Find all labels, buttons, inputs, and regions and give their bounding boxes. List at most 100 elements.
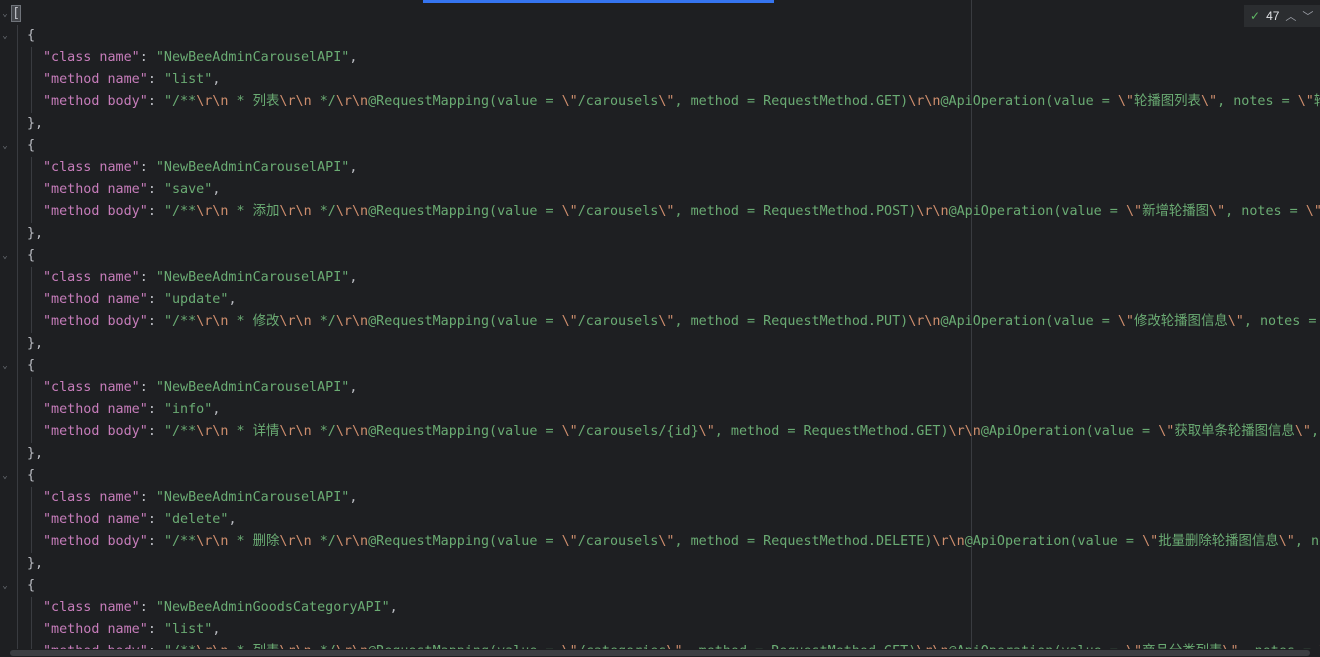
code-line[interactable]: {	[27, 575, 35, 597]
colon: :	[139, 600, 156, 615]
code-line[interactable]: {	[27, 25, 35, 47]
json-string-value: "delete"	[163, 512, 229, 527]
code-line[interactable]: "method name": "update",	[43, 289, 237, 311]
colon: :	[147, 292, 164, 307]
escape-sequence: \r\n	[279, 534, 312, 549]
escape-sequence: \"	[1209, 204, 1226, 219]
comma: ,	[349, 380, 358, 395]
code-line[interactable]: "class name": "NewBeeAdminCarouselAPI",	[43, 47, 357, 69]
code-line[interactable]: [	[10, 3, 22, 25]
escape-sequence: \r\n	[196, 314, 229, 329]
code-line[interactable]: "method name": "info",	[43, 399, 220, 421]
code-line[interactable]: {	[27, 245, 35, 267]
object-close-brace: },	[27, 116, 44, 131]
chevron-down-icon[interactable]: ﹀	[1302, 8, 1313, 24]
code-line[interactable]: "class name": "NewBeeAdminCarouselAPI",	[43, 157, 357, 179]
escape-sequence: \"	[1125, 204, 1143, 219]
code-line[interactable]: "class name": "NewBeeAdminCarouselAPI",	[43, 267, 357, 289]
escape-sequence: \r\n	[908, 94, 941, 109]
colon: :	[139, 50, 156, 65]
code-line[interactable]: "method name": "list",	[43, 619, 220, 641]
json-key: "method body"	[43, 424, 148, 439]
code-line[interactable]: "class name": "NewBeeAdminCarouselAPI",	[43, 377, 357, 399]
code-line[interactable]: {	[27, 465, 35, 487]
json-string-value: "list"	[163, 622, 213, 637]
json-string-value: "/**	[163, 94, 197, 109]
json-string-value: * 列表	[228, 94, 280, 109]
code-line[interactable]: {	[27, 355, 35, 377]
code-line[interactable]: "class name": "NewBeeAdminCarouselAPI",	[43, 487, 357, 509]
fold-arrow-icon[interactable]: ⌄	[0, 135, 10, 157]
fold-arrow-icon[interactable]: ⌄	[0, 575, 10, 597]
json-string-value: */	[311, 424, 336, 439]
comma: ,	[349, 270, 358, 285]
json-string-value: 新增轮播图	[1142, 204, 1210, 219]
json-key: "method body"	[43, 314, 148, 329]
horizontal-scrollbar[interactable]	[0, 649, 1320, 657]
json-string-value: "NewBeeAdminCarouselAPI"	[155, 160, 350, 175]
check-double-icon: ✓	[1250, 9, 1261, 23]
code-line[interactable]: },	[27, 553, 43, 575]
code-line[interactable]: "method body": "/**\r\n * 详情\r\n */\r\n@…	[43, 421, 1320, 443]
json-string-value: @RequestMapping(value =	[368, 94, 562, 109]
code-line[interactable]: },	[27, 113, 43, 135]
json-string-value: "list"	[163, 72, 213, 87]
json-string-value: @RequestMapping(value =	[368, 534, 562, 549]
code-line[interactable]: },	[27, 333, 43, 355]
object-open-brace: {	[27, 138, 36, 153]
indent-guide	[17, 25, 18, 657]
fold-arrow-icon[interactable]: ⌄	[0, 465, 10, 487]
json-key: "class name"	[43, 380, 140, 395]
escape-sequence: \r\n	[335, 534, 369, 549]
code-line[interactable]: "method body": "/**\r\n * 修改\r\n */\r\n@…	[43, 311, 1320, 333]
fold-arrow-icon[interactable]: ⌄	[0, 245, 10, 267]
code-line[interactable]: "class name": "NewBeeAdminGoodsCategoryA…	[43, 597, 398, 619]
json-key: "method body"	[43, 534, 148, 549]
escape-sequence: \r\n	[279, 94, 312, 109]
code-line[interactable]: "method body": "/**\r\n * 列表\r\n */\r\n@…	[43, 91, 1320, 113]
json-string-value: 轮播	[1314, 94, 1320, 109]
json-string-value: 获取单条轮播图信息	[1174, 424, 1295, 439]
json-key: "class name"	[43, 160, 140, 175]
json-string-value: */	[311, 314, 336, 329]
chevron-up-icon[interactable]: ︿	[1285, 8, 1296, 24]
json-string-value: "NewBeeAdminCarouselAPI"	[155, 380, 350, 395]
object-open-brace: {	[27, 28, 36, 43]
escape-sequence: \r\n	[335, 204, 369, 219]
fold-arrow-icon[interactable]: ⌄	[0, 355, 10, 377]
code-line[interactable]: "method name": "list",	[43, 69, 220, 91]
json-key: "method body"	[43, 94, 148, 109]
code-line[interactable]: "method name": "delete",	[43, 509, 237, 531]
json-string-value: "/**	[163, 314, 197, 329]
code-editor[interactable]: ⌄[⌄{"class name": "NewBeeAdminCarouselAP…	[0, 0, 1320, 657]
inspection-widget[interactable]: ✓ 47 ︿ ﹀	[1244, 5, 1320, 27]
indent-guide	[31, 487, 32, 553]
escape-sequence: \"	[1158, 424, 1175, 439]
json-key: "class name"	[43, 600, 140, 615]
json-string-value: "NewBeeAdminCarouselAPI"	[155, 270, 350, 285]
json-string-value: /carousels/{id}	[577, 424, 699, 439]
json-string-value: , method = RequestMethod.POST)	[674, 204, 917, 219]
escape-sequence: \r\n	[335, 314, 369, 329]
horizontal-scroll-thumb[interactable]	[10, 650, 1310, 656]
comma: ,	[349, 160, 358, 175]
code-line[interactable]: "method body": "/**\r\n * 添加\r\n */\r\n@…	[43, 201, 1320, 223]
code-line[interactable]: {	[27, 135, 35, 157]
escape-sequence: \r\n	[279, 424, 312, 439]
code-line[interactable]: },	[27, 223, 43, 245]
fold-arrow-icon[interactable]: ⌄	[0, 3, 10, 25]
json-string-value: @ApiOperation(value =	[980, 424, 1159, 439]
fold-arrow-icon[interactable]: ⌄	[0, 25, 10, 47]
json-key: "method name"	[43, 292, 148, 307]
escape-sequence: \"	[1227, 314, 1244, 329]
code-line[interactable]: "method body": "/**\r\n * 删除\r\n */\r\n@…	[43, 531, 1320, 553]
top-scroll-indicator[interactable]	[423, 0, 774, 3]
code-line[interactable]: },	[27, 443, 43, 465]
code-line[interactable]: "method name": "save",	[43, 179, 220, 201]
colon: :	[139, 160, 156, 175]
json-key: "class name"	[43, 490, 140, 505]
comma: ,	[212, 622, 221, 637]
colon: :	[147, 182, 164, 197]
object-open-brace: {	[27, 248, 36, 263]
json-string-value: /carousels	[577, 204, 659, 219]
